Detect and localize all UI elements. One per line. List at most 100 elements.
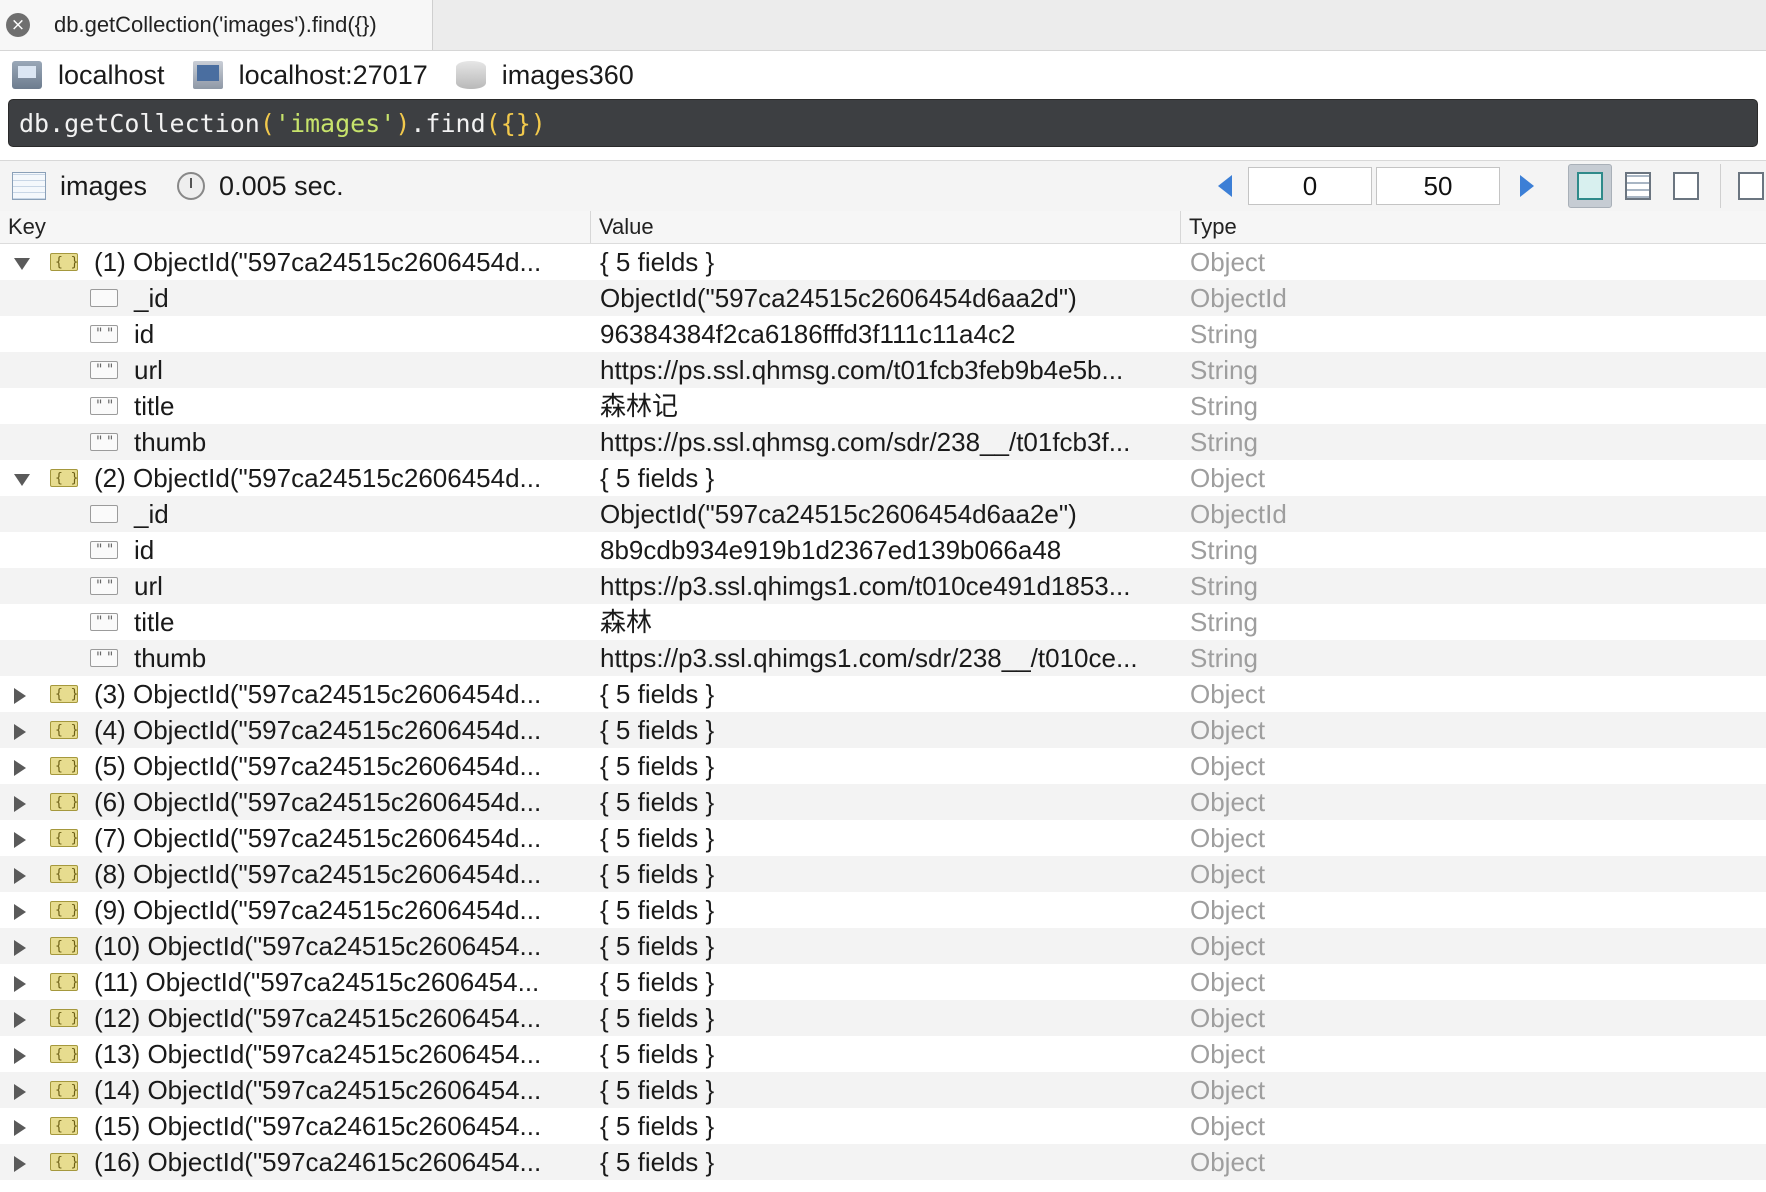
connection-bar: localhost localhost:27017 images360	[0, 51, 1766, 99]
row-type: Object	[1190, 1003, 1266, 1033]
query-token: db	[19, 108, 50, 138]
row-type: String	[1190, 427, 1258, 457]
expand-arrow-icon[interactable]	[14, 1036, 34, 1072]
row-type: Object	[1190, 463, 1266, 493]
object-icon	[50, 965, 78, 1001]
tree-view-button[interactable]	[1568, 164, 1612, 208]
row-type: Object	[1190, 967, 1266, 997]
collapse-arrow-icon[interactable]	[14, 460, 34, 496]
expand-arrow-icon[interactable]	[14, 1000, 34, 1036]
row-value: 森林记	[600, 391, 679, 421]
field-row[interactable]: id 8b9cdb934e919b1d2367ed139b066a48 String	[0, 532, 1766, 568]
previous-page-icon[interactable]	[1218, 175, 1232, 197]
expand-arrow-icon[interactable]	[14, 856, 34, 892]
tab-title: db.getCollection('images').find({})	[54, 12, 377, 37]
field-row[interactable]: title 森林记 String	[0, 388, 1766, 424]
string-type-icon	[90, 568, 118, 604]
expand-arrow-icon[interactable]	[14, 676, 34, 712]
document-row[interactable]: (14) ObjectId("597ca24515c2606454... { 5 …	[0, 1072, 1766, 1109]
expand-arrow-icon[interactable]	[14, 1072, 34, 1108]
object-icon	[50, 713, 78, 749]
row-type: Object	[1190, 1039, 1266, 1069]
field-row[interactable]: thumb https://ps.ssl.qhmsg.com/sdr/238__/…	[0, 424, 1766, 460]
connection-server: localhost:27017	[192, 59, 428, 91]
document-row[interactable]: (9) ObjectId("597ca24515c2606454d... { 5 …	[0, 892, 1766, 929]
string-type-icon	[90, 640, 118, 676]
row-type: String	[1190, 643, 1258, 673]
close-icon[interactable]: ×	[6, 13, 30, 37]
maximize-button[interactable]	[1729, 164, 1766, 208]
expand-arrow-icon[interactable]	[14, 820, 34, 856]
field-row[interactable]: id 96384384f2ca6186fffd3f111c11a4c2 String	[0, 316, 1766, 352]
row-key: id	[134, 535, 155, 565]
document-row[interactable]: (1) ObjectId("597ca24515c2606454d... { 5 …	[0, 244, 1766, 281]
next-page-icon[interactable]	[1520, 175, 1534, 197]
row-value: { 5 fields }	[600, 895, 715, 925]
column-header-value[interactable]: Value	[590, 211, 654, 243]
document-row[interactable]: (6) ObjectId("597ca24515c2606454d... { 5 …	[0, 784, 1766, 821]
expand-arrow-icon[interactable]	[14, 784, 34, 820]
document-row[interactable]: (11) ObjectId("597ca24515c2606454... { 5 …	[0, 964, 1766, 1001]
column-header-key[interactable]: Key	[8, 211, 46, 243]
field-row[interactable]: _id ObjectId("597ca24515c2606454d6aa2e") O…	[0, 496, 1766, 532]
maximize-icon	[1738, 172, 1764, 200]
expand-arrow-icon[interactable]	[14, 748, 34, 784]
row-key: (6) ObjectId("597ca24515c2606454d...	[94, 787, 542, 817]
skip-input[interactable]	[1248, 167, 1372, 205]
document-row[interactable]: (10) ObjectId("597ca24515c2606454... { 5 …	[0, 928, 1766, 965]
table-view-icon	[1625, 172, 1651, 200]
document-row[interactable]: (8) ObjectId("597ca24515c2606454d... { 5 …	[0, 856, 1766, 893]
expand-arrow-icon[interactable]	[14, 1144, 34, 1180]
document-row[interactable]: (15) ObjectId("597ca24615c2606454... { 5 …	[0, 1108, 1766, 1145]
object-icon	[50, 893, 78, 929]
tab-query[interactable]: × db.getCollection('images').find({})	[0, 0, 433, 50]
table-view-button[interactable]	[1616, 164, 1660, 208]
field-row[interactable]: thumb https://p3.ssl.qhimgs1.com/sdr/238_…	[0, 640, 1766, 676]
tab-bar: × db.getCollection('images').find({})	[0, 0, 1766, 51]
expand-arrow-icon[interactable]	[14, 964, 34, 1000]
row-type: Object	[1190, 895, 1266, 925]
expand-arrow-icon[interactable]	[14, 928, 34, 964]
expand-arrow-icon[interactable]	[14, 892, 34, 928]
object-icon	[50, 1109, 78, 1145]
server-label: localhost:27017	[238, 59, 428, 90]
row-key: (11) ObjectId("597ca24515c2606454...	[94, 967, 540, 997]
row-key: (5) ObjectId("597ca24515c2606454d...	[94, 751, 542, 781]
view-mode-buttons	[1568, 161, 1766, 211]
document-row[interactable]: (3) ObjectId("597ca24515c2606454d... { 5 …	[0, 676, 1766, 713]
row-value: { 5 fields }	[600, 751, 715, 781]
document-row[interactable]: (5) ObjectId("597ca24515c2606454d... { 5 …	[0, 748, 1766, 785]
field-row[interactable]: _id ObjectId("597ca24515c2606454d6aa2d") O…	[0, 280, 1766, 316]
row-type: Object	[1190, 1075, 1266, 1105]
row-key: _id	[134, 283, 169, 313]
text-view-button[interactable]	[1664, 164, 1708, 208]
row-key: url	[134, 355, 163, 385]
document-row[interactable]: (16) ObjectId("597ca24615c2606454... { 5 …	[0, 1144, 1766, 1181]
field-row[interactable]: url https://ps.ssl.qhmsg.com/t01fcb3feb9b…	[0, 352, 1766, 388]
string-type-icon	[90, 604, 118, 640]
document-row[interactable]: (2) ObjectId("597ca24515c2606454d... { 5 …	[0, 460, 1766, 497]
document-row[interactable]: (12) ObjectId("597ca24515c2606454... { 5 …	[0, 1000, 1766, 1037]
field-row[interactable]: title 森林 String	[0, 604, 1766, 640]
field-row[interactable]: url https://p3.ssl.qhimgs1.com/t010ce491d…	[0, 568, 1766, 604]
collection-name: images	[60, 170, 148, 201]
row-key: _id	[134, 499, 169, 529]
limit-input[interactable]	[1376, 167, 1500, 205]
expand-arrow-icon[interactable]	[14, 712, 34, 748]
document-row[interactable]: (13) ObjectId("597ca24515c2606454... { 5 …	[0, 1036, 1766, 1073]
row-type: Object	[1190, 751, 1266, 781]
row-key: (3) ObjectId("597ca24515c2606454d...	[94, 679, 542, 709]
database-label: images360	[501, 59, 634, 90]
row-key: (10) ObjectId("597ca24515c2606454...	[94, 931, 542, 961]
document-row[interactable]: (7) ObjectId("597ca24515c2606454d... { 5 …	[0, 820, 1766, 857]
query-editor[interactable]: db .getCollection('images') .find({})	[8, 99, 1758, 147]
column-header-type[interactable]: Type	[1180, 211, 1237, 243]
row-value: { 5 fields }	[600, 931, 715, 961]
row-value: { 5 fields }	[600, 859, 715, 889]
document-row[interactable]: (4) ObjectId("597ca24515c2606454d... { 5 …	[0, 712, 1766, 749]
row-value: ObjectId("597ca24515c2606454d6aa2d")	[600, 283, 1077, 313]
row-value: { 5 fields }	[600, 679, 715, 709]
collapse-arrow-icon[interactable]	[14, 244, 34, 280]
expand-arrow-icon[interactable]	[14, 1108, 34, 1144]
object-icon	[50, 1001, 78, 1037]
